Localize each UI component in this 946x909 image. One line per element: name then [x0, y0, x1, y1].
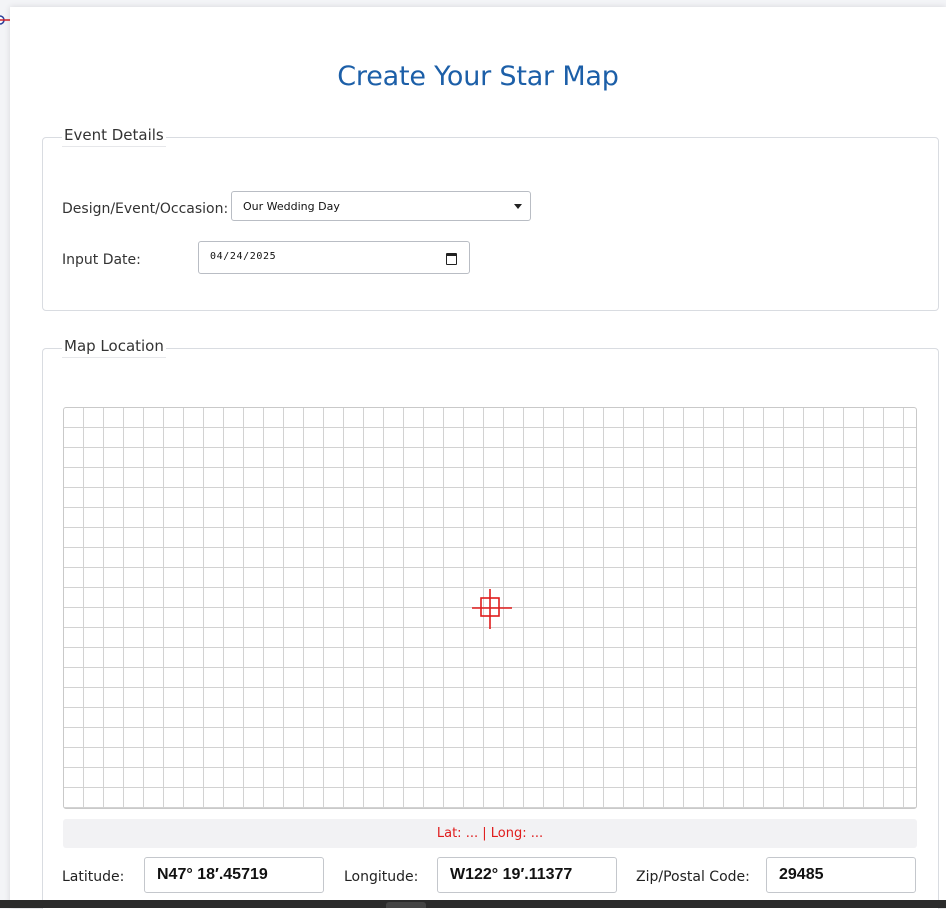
calendar-icon[interactable] [446, 253, 457, 265]
map-location-legend: Map Location [62, 335, 166, 358]
latitude-input[interactable]: N47° 18′.45719 [144, 857, 324, 893]
latitude-label: Latitude: [62, 869, 125, 885]
event-details-legend: Event Details [62, 124, 166, 147]
design-label: Design/Event/Occasion: [62, 201, 229, 217]
crosshair-icon[interactable] [472, 589, 512, 629]
coordinate-readout: Lat: ... | Long: ... [63, 819, 917, 848]
date-input-value: 04/24/2025 [210, 251, 277, 262]
design-select-value: Our Wedding Day [243, 200, 340, 213]
scroll-handle[interactable] [386, 902, 426, 908]
bottom-bar [0, 900, 946, 908]
design-select[interactable]: Our Wedding Day [231, 191, 531, 221]
zip-input[interactable]: 29485 [766, 857, 916, 893]
event-details-panel [42, 137, 939, 311]
longitude-input[interactable]: W122° 19′.11377 [437, 857, 617, 893]
page-title: Create Your Star Map [337, 61, 619, 92]
date-input[interactable]: 04/24/2025 [198, 241, 470, 274]
date-label: Input Date: [62, 252, 141, 268]
zip-label: Zip/Postal Code: [636, 869, 750, 885]
longitude-label: Longitude: [344, 869, 419, 885]
chevron-down-icon [514, 204, 522, 209]
